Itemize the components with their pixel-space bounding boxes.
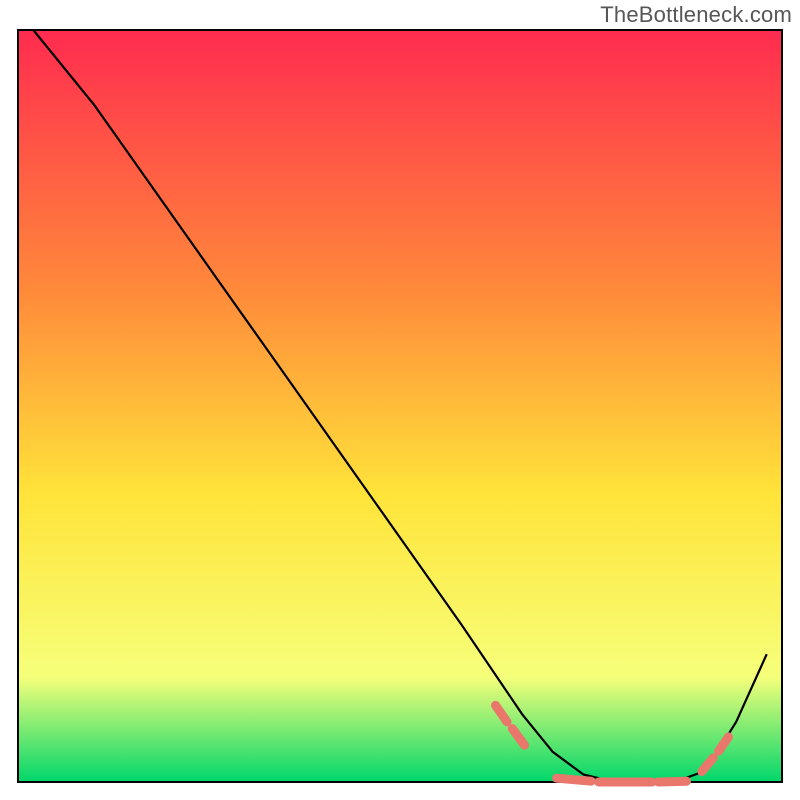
watermark-text: TheBottleneck.com <box>600 2 792 28</box>
chart-frame: { "watermark": "TheBottleneck.com", "cha… <box>0 0 800 800</box>
chart-svg <box>0 0 800 800</box>
plot-background <box>18 30 782 782</box>
marker-dash <box>658 781 686 782</box>
marker-dash <box>557 778 591 781</box>
